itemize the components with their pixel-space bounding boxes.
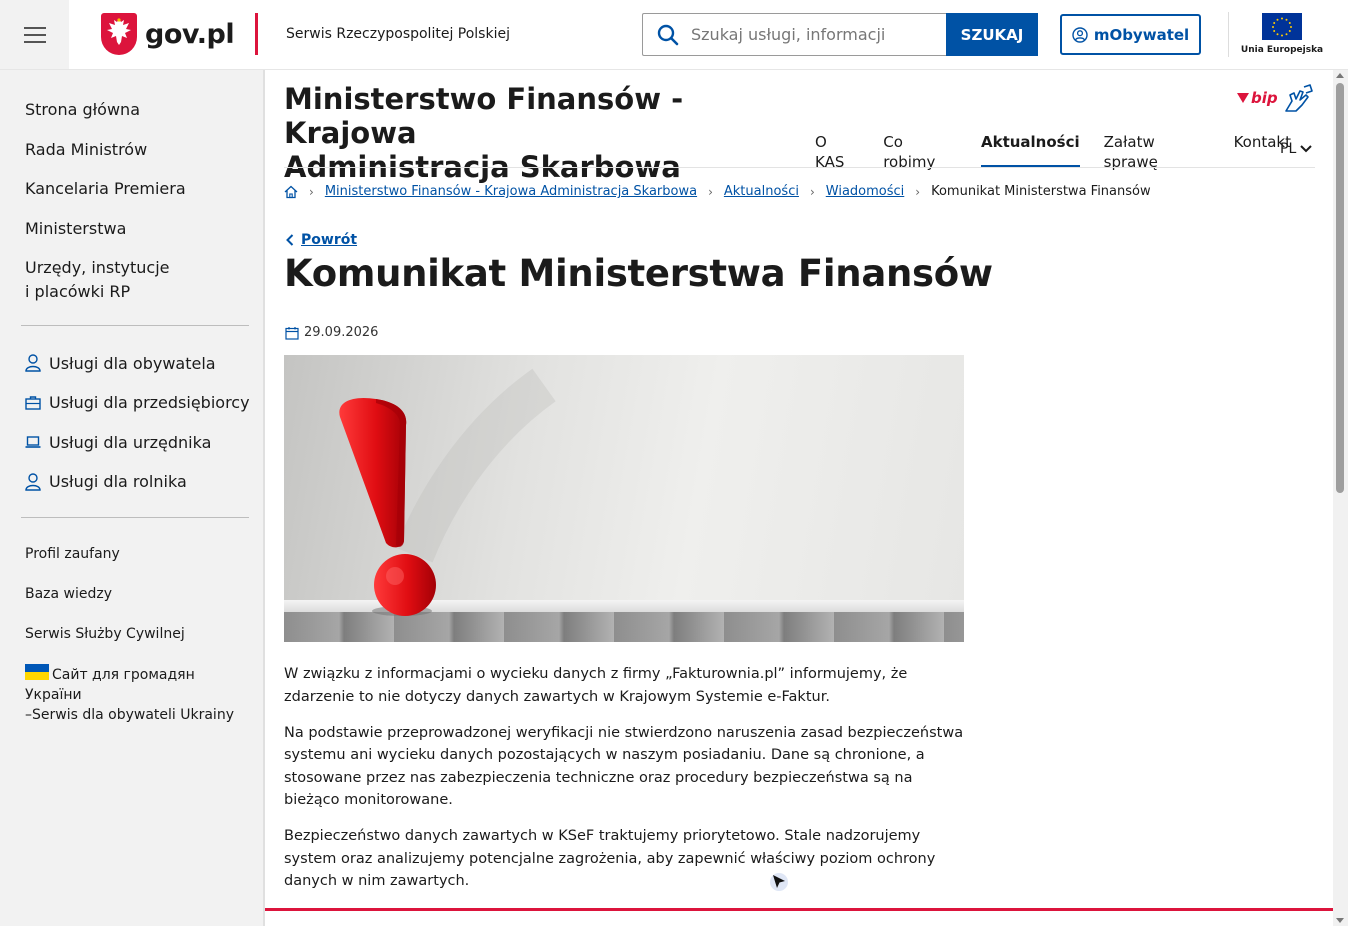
sidebar-item-label: Usługi dla urzędnika — [49, 432, 212, 452]
institution-title-line1: Ministerstwo Finansów - Krajowa — [284, 82, 684, 150]
institution-title[interactable]: Ministerstwo Finansów - Krajowa Administ… — [284, 82, 804, 184]
sidebar-main-menu: Strona główna Rada Ministrów Kancelaria … — [25, 98, 245, 320]
laptop-icon — [25, 436, 41, 448]
scrollbar-thumb[interactable] — [1336, 83, 1344, 493]
chevron-right-icon: › — [915, 184, 921, 199]
menu-button[interactable] — [0, 0, 69, 69]
eu-label: Unia Europejska — [1240, 45, 1324, 55]
person-icon — [25, 354, 41, 372]
search-form: SZUKAJ — [642, 13, 1038, 56]
eu-flag-icon — [1262, 13, 1302, 40]
language-label: PL — [1280, 141, 1297, 157]
sidebar-item-business-services[interactable]: Usługi dla przedsiębiorcy — [25, 391, 255, 415]
sidebar-item-citizen-services[interactable]: Usługi dla obywatela — [25, 351, 255, 375]
language-select[interactable]: PL — [1280, 141, 1312, 157]
top-bar: gov.pl Serwis Rzeczypospolitej Polskiej … — [0, 0, 1348, 70]
sidebar-item-offices-line1: Urzędy, instytucje — [25, 258, 170, 277]
chevron-right-icon: › — [708, 184, 713, 199]
person-icon — [25, 473, 41, 491]
home-icon[interactable] — [284, 185, 298, 199]
chevron-right-icon: › — [809, 184, 815, 199]
article-body: W związku z informacjami o wycieku danyc… — [284, 663, 964, 906]
exclamation-mark-icon — [339, 368, 556, 616]
back-link[interactable]: Powrót — [286, 232, 357, 248]
logo-text: gov.pl — [145, 18, 235, 50]
ukraine-line1: Сайт для громадян України — [25, 667, 195, 703]
scroll-down-arrow-icon[interactable] — [1336, 918, 1344, 923]
ukraine-line2: –Serwis dla obywateli Ukrainy — [25, 707, 234, 723]
mobywatel-label: mObywatel — [1093, 25, 1190, 44]
sidebar-item-offices-line2: i placówki RP — [25, 282, 131, 301]
sidebar-services: Usługi dla obywatela Usługi dla przedsię… — [25, 351, 255, 509]
breadcrumb-item-news[interactable]: Aktualności — [724, 184, 799, 199]
article-date-value: 29.09.2026 — [304, 325, 379, 340]
sidebar-extra-links: Profil zaufany Baza wiedzy Serwis Służby… — [25, 544, 255, 745]
sidebar-item-offices[interactable]: Urzędy, instytucje i placówki RP — [25, 256, 245, 304]
sidebar-divider — [21, 517, 249, 518]
bip-label: bip — [1251, 89, 1278, 107]
user-circle-icon — [1072, 26, 1088, 43]
tab-co-robimy[interactable]: Co robimy — [883, 132, 957, 171]
search-box — [642, 13, 946, 56]
footer-divider — [265, 908, 1333, 911]
nav-divider — [284, 167, 1315, 168]
tab-aktualnosci[interactable]: Aktualności — [980, 132, 1080, 168]
sidebar-item-label: Usługi dla rolnika — [49, 472, 187, 492]
search-icon — [657, 24, 679, 45]
sidebar-item-home[interactable]: Strona główna — [25, 98, 245, 122]
site-name: Serwis Rzeczypospolitej Polskiej — [286, 26, 510, 42]
sidebar-item-official-services[interactable]: Usługi dla urzędnika — [25, 430, 255, 454]
sidebar-item-label: Usługi dla obywatela — [49, 353, 216, 373]
briefcase-icon — [25, 395, 41, 410]
calendar-icon — [285, 326, 299, 340]
bip-flag-icon — [1237, 93, 1249, 103]
sidebar-item-farmer-services[interactable]: Usługi dla rolnika — [25, 470, 255, 494]
ukraine-flag-icon — [25, 664, 49, 680]
sidebar-item-label: Usługi dla przedsiębiorcy — [49, 393, 250, 413]
breadcrumb-item-institution[interactable]: Ministerstwo Finansów - Krajowa Administ… — [325, 184, 697, 199]
mobywatel-button[interactable]: mObywatel — [1060, 14, 1201, 55]
chevron-right-icon: › — [309, 184, 314, 199]
article-title: Komunikat Ministerstwa Finansów — [284, 252, 993, 295]
breadcrumb-current: Komunikat Ministerstwa Finansów — [931, 184, 1151, 199]
polish-eagle-emblem-icon — [101, 13, 137, 55]
sidebar: Strona główna Rada Ministrów Kancelaria … — [0, 70, 265, 926]
scroll-up-arrow-icon[interactable] — [1336, 73, 1344, 78]
back-label: Powrót — [301, 232, 358, 248]
logo-divider — [255, 13, 258, 55]
article-paragraph: Na podstawie przeprowadzonej weryfikacji… — [284, 724, 964, 809]
search-input[interactable] — [691, 25, 931, 44]
bip-link[interactable]: bip — [1237, 89, 1278, 107]
breadcrumb-item-messages[interactable]: Wiadomości — [826, 184, 905, 199]
institution-nav: O KAS Co robimy Aktualności Załatw spraw… — [815, 132, 1315, 171]
chevron-left-icon — [286, 234, 294, 246]
sidebar-item-civil-service[interactable]: Serwis Służby Cywilnej — [25, 624, 255, 644]
chevron-down-icon — [1300, 145, 1312, 153]
hamburger-icon — [23, 26, 46, 43]
sidebar-item-ukraine[interactable]: Сайт для громадян України –Serwis dla ob… — [25, 664, 255, 725]
sidebar-item-trusted-profile[interactable]: Profil zaufany — [25, 544, 255, 564]
sidebar-item-chancellery[interactable]: Kancelaria Premiera — [25, 177, 245, 201]
mouse-cursor-icon — [770, 873, 788, 891]
breadcrumb: › Ministerstwo Finansów - Krajowa Admini… — [284, 184, 1151, 199]
sign-language-icon[interactable] — [1282, 83, 1314, 115]
tab-o-kas[interactable]: O KAS — [815, 132, 859, 171]
article-date: 29.09.2026 — [285, 325, 378, 340]
article-paragraph: W związku z informacjami o wycieku danyc… — [284, 666, 908, 705]
sidebar-item-ministries[interactable]: Ministerstwa — [25, 217, 245, 241]
eu-logo: Unia Europejska — [1241, 13, 1323, 55]
page-scrollbar[interactable] — [1333, 70, 1348, 926]
search-button[interactable]: SZUKAJ — [946, 13, 1038, 56]
sidebar-divider — [21, 325, 249, 326]
tab-zalatw-sprawe[interactable]: Załatw sprawę — [1104, 132, 1210, 171]
article-image — [284, 355, 964, 642]
sidebar-item-knowledge-base[interactable]: Baza wiedzy — [25, 584, 255, 604]
sidebar-item-council-of-ministers[interactable]: Rada Ministrów — [25, 138, 245, 162]
eu-divider — [1228, 12, 1229, 57]
gov-pl-logo[interactable]: gov.pl — [101, 13, 235, 55]
article-paragraph: Bezpieczeństwo danych zawartych w KSeF t… — [284, 828, 936, 889]
